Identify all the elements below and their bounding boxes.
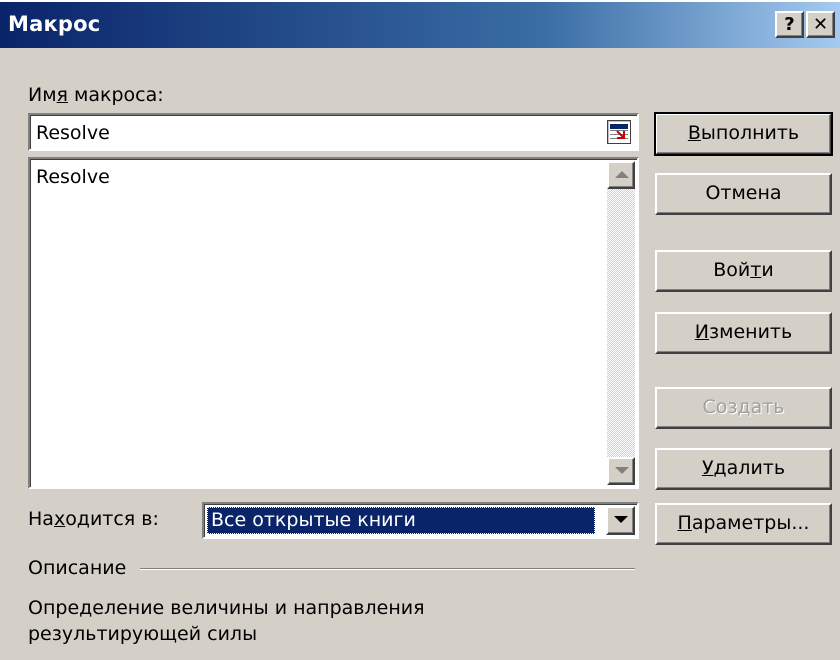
options-button[interactable]: Параметры... <box>655 503 832 545</box>
macros-in-select[interactable]: Все открытые книги <box>202 502 639 539</box>
macro-name-label: Имя макроса: <box>28 84 164 106</box>
close-icon: ✕ <box>812 14 829 35</box>
macro-dialog: Макрос ? ✕ Имя макроса: Resolve Resolve <box>0 0 840 660</box>
description-line-2: результирующей силы <box>28 623 258 645</box>
step-into-button[interactable]: Войти <box>655 250 832 292</box>
scroll-up-button[interactable] <box>607 161 635 189</box>
cancel-button[interactable]: Отмена <box>655 173 832 215</box>
collapse-dialog-button[interactable] <box>607 120 631 144</box>
vertical-scrollbar[interactable] <box>607 161 635 485</box>
scroll-down-button[interactable] <box>607 457 635 485</box>
macros-in-label: Находится в: <box>28 508 159 530</box>
arrow-up-icon <box>615 171 629 178</box>
create-button: Создать <box>655 387 832 429</box>
list-item[interactable]: Resolve <box>36 166 110 188</box>
description-line-1: Определение величины и направления <box>28 597 425 619</box>
macro-name-value[interactable]: Resolve <box>36 122 110 144</box>
delete-button[interactable]: Удалить <box>655 448 832 490</box>
edit-button[interactable]: Изменить <box>655 312 832 354</box>
help-icon: ? <box>784 14 795 35</box>
macro-list[interactable]: Resolve <box>28 157 639 489</box>
macros-in-selected-value[interactable]: Все открытые книги <box>207 507 595 534</box>
title-bar[interactable]: Макрос ? ✕ <box>0 2 840 48</box>
description-group-label: Описание <box>28 557 127 579</box>
macro-name-input[interactable]: Resolve <box>28 113 639 151</box>
arrow-down-icon <box>615 467 629 474</box>
run-button[interactable]: Выполнить <box>654 112 833 156</box>
close-button[interactable]: ✕ <box>806 11 835 38</box>
help-button[interactable]: ? <box>775 11 804 38</box>
description-separator <box>140 568 635 570</box>
chevron-down-icon <box>614 516 628 523</box>
range-select-icon <box>610 124 628 139</box>
dropdown-button[interactable] <box>606 506 635 535</box>
window-title: Макрос <box>8 12 101 36</box>
